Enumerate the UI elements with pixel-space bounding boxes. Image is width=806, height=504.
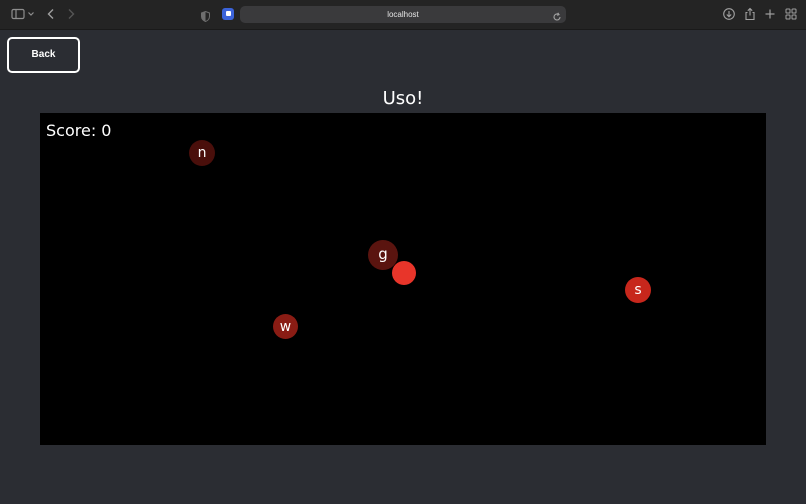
new-tab-icon[interactable] xyxy=(763,7,777,21)
forward-arrow-icon[interactable] xyxy=(64,7,78,21)
reload-icon[interactable] xyxy=(552,9,562,21)
letter-ball-w: w xyxy=(273,314,298,339)
letter-ball-n: n xyxy=(189,140,215,166)
download-icon[interactable] xyxy=(722,7,736,21)
player-ball xyxy=(392,261,416,285)
address-bar[interactable]: localhost xyxy=(240,6,566,23)
game-title: Uso! xyxy=(382,88,424,109)
chevron-down-icon[interactable] xyxy=(27,7,35,21)
share-icon[interactable] xyxy=(743,7,757,21)
sidebar-toggle-icon[interactable] xyxy=(11,7,25,21)
tab-overview-icon[interactable] xyxy=(784,7,798,21)
browser-toolbar: localhost xyxy=(0,0,806,30)
score-label: Score: 0 xyxy=(46,121,112,140)
site-favicon-icon xyxy=(222,8,234,20)
game-canvas[interactable]: Score: 0 n g w s xyxy=(40,113,766,445)
back-arrow-icon[interactable] xyxy=(44,7,58,21)
letter-ball-s: s xyxy=(625,277,651,303)
url-text[interactable]: localhost xyxy=(240,6,566,23)
back-button[interactable]: Back xyxy=(7,37,80,73)
privacy-shield-icon[interactable] xyxy=(201,9,210,23)
